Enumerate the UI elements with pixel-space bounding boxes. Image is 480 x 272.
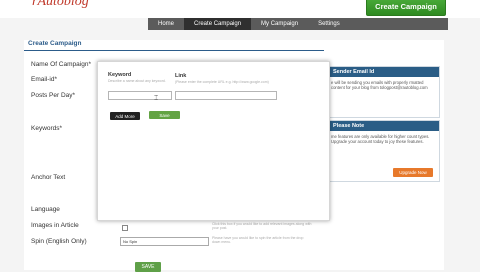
nav-settings[interactable]: Settings bbox=[308, 18, 350, 30]
spin-select[interactable]: No Spin bbox=[120, 237, 209, 246]
label-campaign-name: Name Of Campaign* bbox=[31, 61, 91, 68]
keyword-modal: Keyword Describe a name about any keywor… bbox=[97, 61, 330, 221]
upgrade-now-button[interactable]: Upgrade Now bbox=[393, 168, 433, 177]
app-logo[interactable]: rAutoblog bbox=[32, 0, 89, 10]
note-widget-title: Please Note bbox=[329, 121, 439, 131]
modal-save-button[interactable]: Save bbox=[149, 111, 180, 119]
nav-my-campaign[interactable]: My Campaign bbox=[251, 18, 308, 30]
label-spin: Spin (English Only) bbox=[31, 238, 87, 245]
link-hint: (Please enter the complete URL e.g. http… bbox=[175, 80, 269, 84]
label-images-in-article: Images in Article bbox=[31, 222, 79, 229]
link-input[interactable] bbox=[175, 91, 277, 100]
label-keywords: Keywords* bbox=[31, 125, 63, 132]
label-language: Language bbox=[31, 206, 60, 213]
section-divider bbox=[24, 50, 324, 51]
create-campaign-button[interactable]: Create Campaign bbox=[366, 0, 446, 16]
images-hint: Click this box if you would like to add … bbox=[212, 222, 312, 230]
top-bar: rAutoblog Create Campaign bbox=[0, 0, 480, 18]
note-widget-text: me features are only available for highe… bbox=[331, 134, 430, 144]
link-label: Link bbox=[175, 73, 187, 79]
spin-hint: Please have you would like to spin the a… bbox=[212, 236, 304, 244]
section-title: Create Campaign bbox=[28, 40, 82, 47]
text-cursor-icon: ⌶ bbox=[154, 95, 159, 102]
sender-widget-text: e will be sending you emails with proper… bbox=[331, 80, 428, 90]
nav-create-campaign[interactable]: Create Campaign bbox=[184, 18, 252, 30]
label-posts-per-day: Posts Per Day* bbox=[31, 92, 76, 99]
nav-home[interactable]: Home bbox=[148, 18, 184, 30]
keyword-label: Keyword bbox=[108, 72, 132, 78]
label-email: Email-id* bbox=[31, 76, 58, 83]
form-save-button[interactable]: SAVE bbox=[135, 262, 161, 272]
keyword-hint: Describe a name about any keyword. bbox=[108, 79, 166, 83]
keyword-input[interactable] bbox=[108, 91, 172, 100]
sender-email-widget: Sender Email Id e will be sending you em… bbox=[328, 66, 440, 118]
main-nav: Home Create Campaign My Campaign Setting… bbox=[148, 18, 448, 30]
label-anchor-text: Anchor Text bbox=[31, 174, 66, 181]
images-checkbox[interactable] bbox=[122, 225, 128, 231]
add-more-button[interactable]: Add More bbox=[110, 112, 140, 120]
sender-widget-title: Sender Email Id bbox=[329, 67, 439, 77]
please-note-widget: Please Note me features are only availab… bbox=[328, 120, 440, 182]
